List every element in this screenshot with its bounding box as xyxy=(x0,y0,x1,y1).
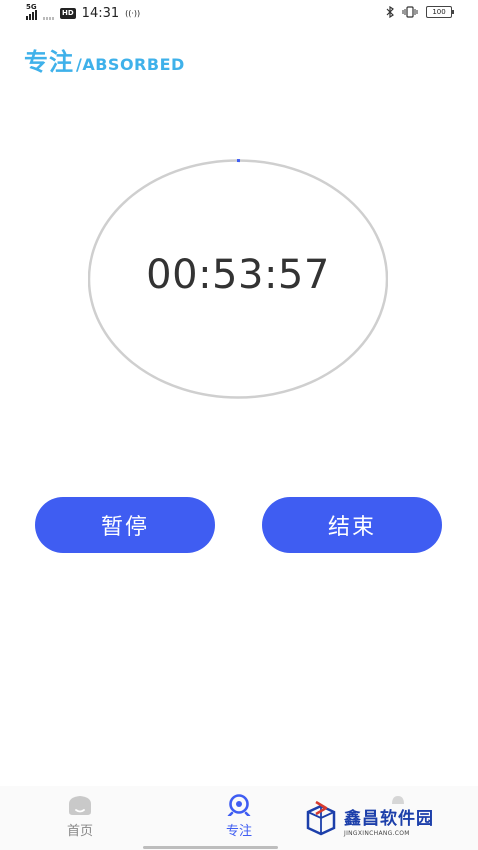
hd-badge: HD xyxy=(60,8,76,19)
timer-display: 00:53:57 xyxy=(146,252,330,298)
end-button[interactable]: 结束 xyxy=(262,497,442,553)
vibrate-icon xyxy=(402,6,418,18)
nav-focus-label: 专注 xyxy=(225,824,252,839)
bluetooth-icon xyxy=(386,6,394,18)
watermark-text: 鑫昌软件园 JINGXINCHANG.COM xyxy=(344,804,434,837)
home-icon xyxy=(69,796,91,815)
hotspot-icon: ((·)) xyxy=(125,9,141,18)
network-type-label: 5G xyxy=(26,2,37,11)
nav-focus[interactable]: 专注 xyxy=(209,794,269,839)
status-left: 5G HD 14:31 ((·)) xyxy=(26,3,141,21)
watermark-url: JINGXINCHANG.COM xyxy=(344,829,410,837)
watermark-logo-icon xyxy=(306,800,336,836)
signal-5g-icon: 5G xyxy=(26,3,37,20)
focus-icon xyxy=(227,794,251,816)
battery-icon: 100 xyxy=(426,6,454,18)
nav-home[interactable]: 首页 xyxy=(50,794,110,839)
nav-home-label: 首页 xyxy=(66,824,93,839)
status-time: 14:31 xyxy=(81,6,120,21)
watermark-title: 鑫昌软件园 xyxy=(344,808,434,829)
status-right: 100 xyxy=(386,6,454,18)
page-title: 专注 /ABSORBED xyxy=(24,42,185,77)
watermark: 鑫昌软件园 JINGXINCHANG.COM xyxy=(302,800,434,840)
pause-button[interactable]: 暂停 xyxy=(35,497,215,553)
status-bar: 5G HD 14:31 ((·)) 100 xyxy=(0,0,478,30)
battery-level: 100 xyxy=(432,8,446,16)
home-indicator xyxy=(143,846,278,849)
signal-secondary-icon xyxy=(43,8,54,20)
page-title-en: /ABSORBED xyxy=(76,55,185,74)
page-title-zh: 专注 xyxy=(24,48,74,76)
